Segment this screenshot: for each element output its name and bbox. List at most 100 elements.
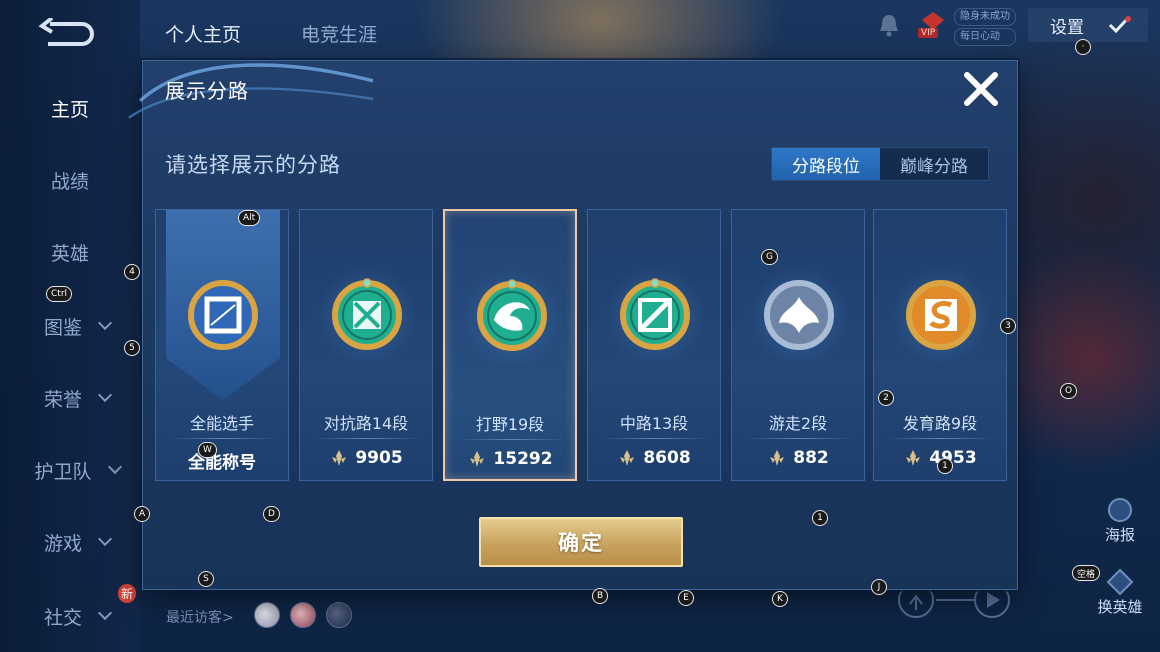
recent-visitors-label[interactable]: 最近访客> bbox=[166, 607, 234, 627]
lane-card-score: 882 bbox=[793, 448, 829, 468]
nav-item[interactable]: 战绩 bbox=[0, 160, 140, 200]
lane-card-roam[interactable]: 游走2段 882 bbox=[731, 209, 865, 481]
poster-icon bbox=[1108, 498, 1132, 522]
lane-card-list: 全能选手全能称号 对抗路14段 9905 打野19段 15292 中路13段 8… bbox=[155, 209, 1007, 481]
chevron-down-icon bbox=[107, 459, 122, 475]
lane-card-score: 15292 bbox=[493, 449, 553, 469]
chevron-down-icon bbox=[97, 315, 113, 331]
nav-item-label: 图鉴 bbox=[43, 316, 82, 339]
nav-item-label: 主页 bbox=[50, 98, 89, 121]
lane-card-name: 发育路9段 bbox=[902, 414, 978, 433]
points-icon bbox=[767, 448, 787, 468]
lane-card-score: 8608 bbox=[643, 448, 691, 468]
settings-button[interactable]: 设置 bbox=[1028, 8, 1148, 42]
lane-mode-toggle: 分路段位 巅峰分路 bbox=[771, 147, 989, 181]
key-hint: E bbox=[678, 590, 694, 606]
nav-item-label: 社交 bbox=[43, 606, 82, 629]
points-icon bbox=[903, 448, 923, 468]
lane-card-name: 打野19段 bbox=[475, 415, 545, 434]
nav-item-label: 英雄 bbox=[50, 242, 89, 265]
divider bbox=[888, 438, 994, 439]
lane-card-name: 游走2段 bbox=[768, 414, 828, 433]
chevron-down-icon bbox=[97, 387, 113, 403]
settings-label: 设置 bbox=[1050, 17, 1084, 38]
invisible-status-button[interactable]: 隐身未成功 bbox=[954, 8, 1016, 26]
farm-lane-emblem-icon bbox=[901, 275, 981, 355]
back-arrow-icon[interactable] bbox=[38, 18, 96, 50]
change-hero-label: 换英雄 bbox=[1097, 598, 1143, 616]
tab-profile[interactable]: 个人主页 bbox=[165, 20, 241, 47]
nav-item-label: 护卫队 bbox=[34, 460, 92, 483]
key-hint: Alt bbox=[238, 210, 261, 226]
key-hint: D bbox=[263, 506, 280, 522]
nav-item-label: 战绩 bbox=[50, 170, 89, 193]
points-icon bbox=[617, 448, 637, 468]
key-hint: 1 bbox=[812, 510, 828, 526]
top-right-bar: VIP 隐身未成功 每日心动 设置 bbox=[860, 6, 1160, 46]
tab-career[interactable]: 电竞生涯 bbox=[301, 20, 377, 47]
lane-card-score-row: 8608 bbox=[588, 448, 720, 468]
chevron-down-icon bbox=[97, 531, 113, 547]
lane-card-score-row: 全能称号 bbox=[156, 448, 288, 473]
nav-item[interactable]: 游戏 bbox=[0, 522, 140, 562]
key-hint: 空格 bbox=[1072, 565, 1101, 581]
visitor-avatar[interactable] bbox=[290, 602, 316, 628]
lane-card-farm-lane[interactable]: 发育路9段 4953 bbox=[873, 209, 1007, 481]
nav-item[interactable]: 护卫队 bbox=[0, 450, 140, 490]
daily-heart-button[interactable]: 每日心动 bbox=[954, 28, 1016, 46]
poster-button[interactable]: 海报 bbox=[1090, 496, 1150, 556]
close-icon[interactable] bbox=[961, 69, 1001, 109]
key-hint: 5 bbox=[124, 340, 140, 356]
lane-card-score-row: 9905 bbox=[300, 448, 432, 468]
nav-item-label: 荣誉 bbox=[43, 388, 82, 411]
lane-card-name: 对抗路14段 bbox=[323, 414, 409, 433]
nav-item-label: 游戏 bbox=[43, 532, 82, 555]
chevron-down-icon bbox=[97, 605, 113, 621]
key-hint: J bbox=[871, 579, 887, 595]
key-hint: W bbox=[198, 442, 217, 458]
key-hint: · bbox=[1075, 39, 1091, 55]
confirm-button[interactable]: 确定 bbox=[479, 517, 683, 567]
swap-hero-icon bbox=[1106, 568, 1134, 596]
key-hint: Ctrl bbox=[46, 286, 73, 302]
points-icon bbox=[467, 449, 487, 469]
lane-card-all-round[interactable]: 全能选手 全能称号 bbox=[155, 209, 289, 481]
segment-peak-lane[interactable]: 巅峰分路 bbox=[880, 148, 988, 180]
checkmark-icon bbox=[1108, 16, 1131, 34]
lane-card-score: 9905 bbox=[355, 448, 403, 468]
clash-lane-emblem-icon bbox=[327, 275, 407, 355]
jungle-emblem-icon bbox=[472, 276, 552, 356]
all-round-emblem-icon bbox=[183, 275, 263, 355]
status-mini-buttons: 隐身未成功 每日心动 bbox=[954, 8, 1016, 48]
segment-lane-rank[interactable]: 分路段位 bbox=[772, 148, 880, 180]
change-hero-button[interactable]: 换英雄 bbox=[1090, 568, 1150, 628]
key-hint: S bbox=[198, 571, 214, 587]
poster-label: 海报 bbox=[1104, 526, 1135, 544]
vip-label: VIP bbox=[918, 28, 939, 38]
lane-card-score-row: 882 bbox=[732, 448, 864, 468]
new-badge: 新 bbox=[118, 584, 137, 603]
key-hint: G bbox=[761, 249, 778, 265]
nav-item[interactable]: 荣誉 bbox=[0, 378, 140, 418]
visitor-avatar[interactable] bbox=[254, 602, 280, 628]
top-tabs: 个人主页 电竞生涯 bbox=[165, 20, 377, 47]
lane-card-name: 全能选手 bbox=[189, 414, 254, 433]
divider bbox=[170, 438, 276, 439]
lane-card-score-row: 15292 bbox=[445, 449, 575, 469]
lane-card-clash-lane[interactable]: 对抗路14段 9905 bbox=[299, 209, 433, 481]
roam-emblem-icon bbox=[759, 275, 839, 355]
nav-item[interactable]: 英雄 bbox=[0, 232, 140, 272]
mid-lane-emblem-icon bbox=[615, 275, 695, 355]
nav-item[interactable]: 图鉴 bbox=[0, 306, 140, 346]
visitor-avatar[interactable] bbox=[326, 602, 352, 628]
key-hint: 4 bbox=[124, 264, 140, 280]
lane-card-name: 中路13段 bbox=[619, 414, 689, 433]
points-icon bbox=[329, 448, 349, 468]
key-hint: 2 bbox=[878, 390, 894, 406]
bell-icon[interactable] bbox=[876, 12, 902, 38]
lane-card-jungle[interactable]: 打野19段 15292 bbox=[443, 209, 577, 481]
key-hint: 1 bbox=[937, 458, 953, 474]
divider bbox=[314, 438, 420, 439]
lane-card-mid-lane[interactable]: 中路13段 8608 bbox=[587, 209, 721, 481]
nav-item[interactable]: 社交 bbox=[0, 596, 140, 636]
